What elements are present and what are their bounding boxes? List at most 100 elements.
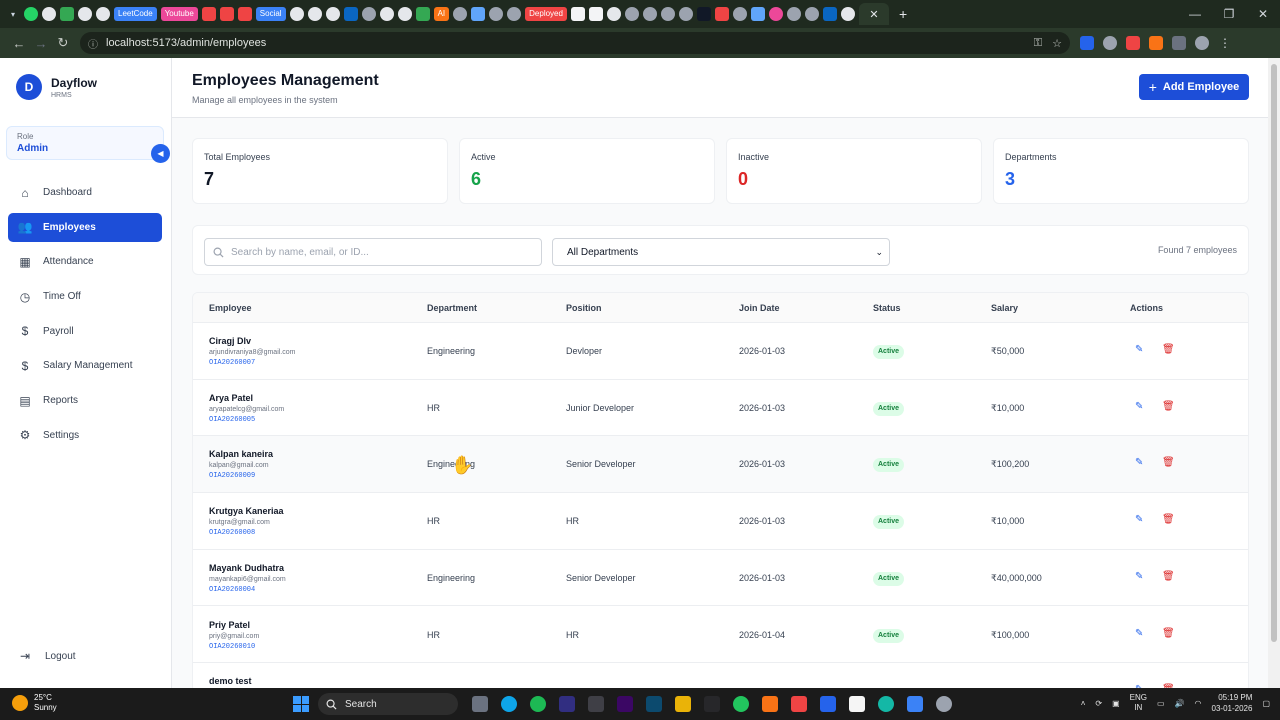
gemini-tab-icon[interactable] — [471, 7, 486, 21]
linkedin-tab-icon[interactable] — [343, 7, 358, 21]
vercel-tab-icon[interactable] — [570, 7, 585, 21]
table-row[interactable]: Mayank Dudhatra mayankapi6@gmail.com OIA… — [193, 549, 1248, 607]
table-row[interactable]: Ciragj Dlv arjundivraniya8@gmail.com OIA… — [193, 323, 1248, 380]
terminal-icon[interactable] — [704, 696, 720, 712]
chatgpt-tab-icon[interactable] — [489, 7, 504, 21]
app-icon[interactable] — [588, 696, 604, 712]
browser-menu-icon[interactable]: ⋮ — [1218, 36, 1232, 50]
photoshop-icon[interactable] — [646, 696, 662, 712]
github-tab-icon[interactable] — [78, 7, 92, 21]
site-tab-icon[interactable] — [678, 7, 693, 21]
extension-icon[interactable] — [1080, 36, 1094, 50]
table-row[interactable]: Kalpan kaneira kalpan@gmail.com OIA20260… — [193, 436, 1248, 494]
add-employee-button[interactable]: + Add Employee — [1139, 74, 1249, 100]
chevron-up-icon[interactable]: ˄ — [1081, 699, 1086, 708]
close-window-icon[interactable]: ✕ — [1246, 7, 1280, 21]
volume-icon[interactable]: 🔊 — [1175, 699, 1185, 708]
edit-icon[interactable]: ✎ — [1135, 571, 1143, 582]
site-tab-icon[interactable] — [732, 7, 747, 21]
youtube-tab-icon[interactable] — [201, 7, 216, 21]
sidebar-item-payroll[interactable]: $ Payroll — [8, 317, 162, 346]
wifi-icon[interactable]: ◠ — [1195, 699, 1202, 708]
app-icon[interactable] — [878, 696, 894, 712]
collapse-sidebar-button[interactable]: ◀ — [151, 144, 170, 163]
close-tab-icon[interactable]: ✕ — [869, 8, 878, 21]
github-tab-icon[interactable] — [325, 7, 340, 21]
vscode-icon[interactable] — [820, 696, 836, 712]
language-indicator[interactable]: ENG IN — [1130, 693, 1147, 713]
site-tab-icon[interactable] — [696, 7, 711, 21]
chrome-icon[interactable] — [733, 696, 749, 712]
tab-group-youtube[interactable]: Youtube — [160, 7, 198, 21]
maximize-icon[interactable]: ❐ — [1212, 7, 1246, 21]
trash-icon[interactable]: 🗑 — [1162, 457, 1175, 468]
notification-icon[interactable]: ▢ — [1262, 699, 1270, 708]
tab-group-social[interactable]: Social — [255, 7, 286, 21]
extensions-puzzle-icon[interactable] — [1172, 36, 1186, 50]
table-row[interactable]: demo test ✎ 🗑 — [193, 663, 1248, 688]
reload-icon[interactable]: ↻ — [52, 35, 74, 51]
table-row[interactable]: Arya Patel aryapatelcg@gmail.com OIA2026… — [193, 379, 1248, 437]
site-tab-icon[interactable] — [642, 7, 657, 21]
extension-icon[interactable] — [1149, 36, 1163, 50]
site-tab-icon[interactable] — [768, 7, 783, 21]
search-input[interactable] — [231, 246, 531, 258]
chatgpt-tab-icon[interactable] — [453, 7, 468, 21]
sidebar-item-salary-management[interactable]: $ Salary Management — [8, 351, 162, 380]
scrollbar-thumb[interactable] — [1271, 64, 1277, 642]
site-tab-icon[interactable] — [624, 7, 639, 21]
youtube-icon[interactable] — [791, 696, 807, 712]
sidebar-item-dashboard[interactable]: ⌂ Dashboard — [8, 178, 162, 207]
drive-tab-icon[interactable] — [60, 7, 74, 21]
chatgpt-tab-icon[interactable] — [361, 7, 376, 21]
table-row[interactable]: Krutgya Kaneriaa krutgra@gmail.com OIA20… — [193, 493, 1248, 550]
tab-group-ai[interactable]: AI — [433, 7, 450, 21]
tab-search-icon[interactable]: ▾ — [6, 7, 20, 21]
site-info-icon[interactable]: ⓘ — [88, 36, 98, 51]
address-bar[interactable]: ⓘ localhost:5173/admin/employees ⚿ ☆ — [80, 32, 1070, 54]
edit-icon[interactable]: ✎ — [1135, 344, 1143, 355]
windows-start-icon[interactable] — [293, 696, 309, 712]
github-tab-icon[interactable] — [96, 7, 110, 21]
premiere-icon[interactable] — [617, 696, 633, 712]
github-tab-icon[interactable] — [307, 7, 322, 21]
extension-icon[interactable] — [1126, 36, 1140, 50]
edit-icon[interactable]: ✎ — [1135, 457, 1143, 468]
taskbar-search[interactable]: Search — [318, 693, 458, 715]
bookmark-star-icon[interactable]: ☆ — [1052, 37, 1062, 50]
edge-icon[interactable] — [501, 696, 517, 712]
sidebar-item-time-off[interactable]: ◷ Time Off — [8, 282, 162, 311]
active-tab[interactable]: ✕ — [858, 3, 889, 25]
department-select[interactable]: All Departments ⌄ — [552, 238, 890, 266]
table-row[interactable]: Priy Patel priy@gmail.com OIA20260010 HR… — [193, 606, 1248, 664]
chatgpt-tab-icon[interactable] — [507, 7, 522, 21]
github-tab-icon[interactable] — [379, 7, 394, 21]
file-explorer-icon[interactable] — [675, 696, 691, 712]
search-box[interactable] — [204, 238, 542, 266]
linkedin-tab-icon[interactable] — [822, 7, 837, 21]
github-tab-icon[interactable] — [397, 7, 412, 21]
edit-icon[interactable]: ✎ — [1135, 514, 1143, 525]
github-tab-icon[interactable] — [289, 7, 304, 21]
drive-tab-icon[interactable] — [415, 7, 430, 21]
profile-avatar[interactable] — [1195, 36, 1209, 50]
trash-icon[interactable]: 🗑 — [1162, 571, 1175, 582]
new-tab-icon[interactable]: + — [899, 6, 907, 22]
sidebar-item-attendance[interactable]: ▦ Attendance — [8, 247, 162, 276]
site-tab-icon[interactable] — [804, 7, 819, 21]
edit-icon[interactable]: ✎ — [1135, 401, 1143, 412]
vscode-icon[interactable] — [907, 696, 923, 712]
trash-icon[interactable]: 🗑 — [1162, 514, 1175, 525]
render-tab-icon[interactable] — [588, 7, 603, 21]
tab-group-deployed[interactable]: Deployed — [525, 7, 567, 21]
weather-widget[interactable]: 25°C Sunny — [12, 693, 57, 713]
github-tab-icon[interactable] — [42, 7, 56, 21]
minimize-icon[interactable]: — — [1178, 7, 1212, 21]
edit-icon[interactable]: ✎ — [1135, 628, 1143, 639]
forward-icon[interactable]: → — [30, 36, 52, 51]
task-view-icon[interactable] — [472, 696, 488, 712]
whatsapp-tab-icon[interactable] — [24, 7, 38, 21]
tab-group-leetcode[interactable]: LeetCode — [114, 7, 157, 21]
spotify-icon[interactable] — [530, 696, 546, 712]
page-scrollbar[interactable] — [1268, 58, 1280, 688]
